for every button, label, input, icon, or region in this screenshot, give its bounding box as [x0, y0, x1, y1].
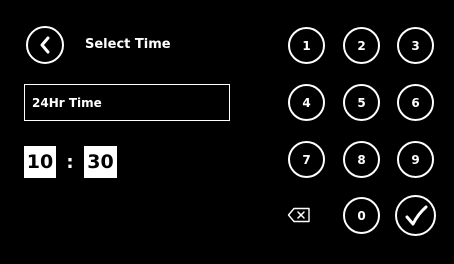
page-title: Select Time — [85, 37, 171, 52]
keypad-key-1[interactable]: 1 — [288, 27, 325, 64]
backspace-icon — [287, 207, 311, 223]
keypad-key-8[interactable]: 8 — [343, 141, 380, 178]
keypad-key-3[interactable]: 3 — [397, 27, 434, 64]
keypad-key-5[interactable]: 5 — [343, 84, 380, 121]
chevron-left-icon — [38, 36, 52, 54]
hours-field[interactable]: 10 — [24, 146, 56, 178]
time-format-label: 24Hr Time — [32, 95, 102, 110]
backspace-button[interactable] — [286, 206, 312, 224]
minutes-field[interactable]: 30 — [84, 146, 117, 178]
keypad-key-2[interactable]: 2 — [343, 27, 380, 64]
keypad-key-0[interactable]: 0 — [343, 197, 380, 234]
keypad-key-4[interactable]: 4 — [288, 84, 325, 121]
back-button[interactable] — [26, 26, 64, 64]
confirm-button[interactable] — [395, 195, 436, 236]
time-separator: : — [66, 151, 74, 173]
keypad-key-6[interactable]: 6 — [397, 84, 434, 121]
checkmark-icon — [404, 205, 428, 227]
keypad-key-9[interactable]: 9 — [397, 141, 434, 178]
keypad-key-7[interactable]: 7 — [288, 141, 325, 178]
time-format-field[interactable]: 24Hr Time — [24, 84, 230, 121]
